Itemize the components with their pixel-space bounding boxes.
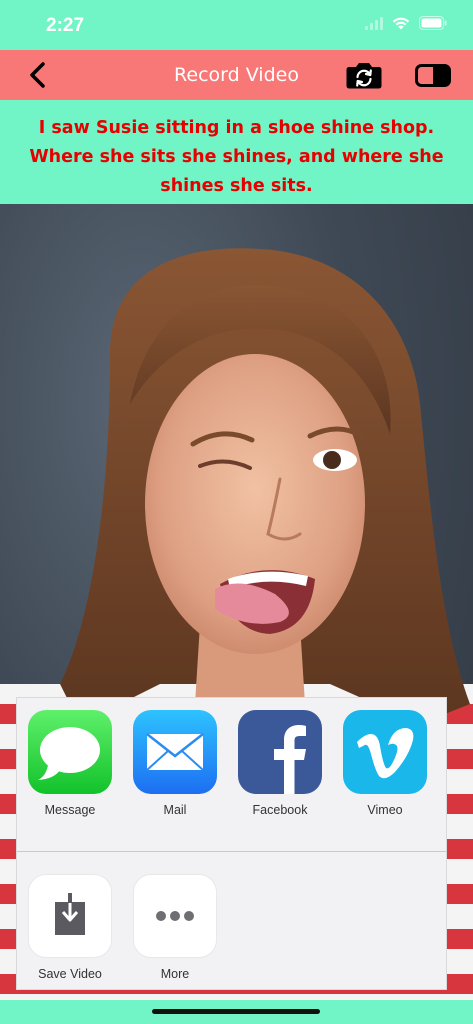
share-label: Save Video — [38, 967, 102, 981]
home-indicator[interactable] — [152, 1009, 320, 1014]
share-label: More — [160, 967, 190, 981]
more-button[interactable]: More — [130, 874, 220, 981]
more-icon — [133, 874, 217, 958]
status-bar: 2:27 — [0, 0, 473, 50]
divider — [17, 851, 446, 852]
share-label: Message — [44, 803, 96, 817]
toggle-button[interactable] — [415, 64, 451, 87]
message-icon — [28, 710, 112, 794]
share-label: Vimeo — [367, 803, 403, 817]
vimeo-icon — [343, 710, 427, 794]
toggle-icon — [415, 64, 451, 87]
share-sheet: Message Mail Facebook Vimeo Save Video M… — [16, 697, 447, 990]
share-mail-button[interactable]: Mail — [130, 710, 220, 817]
wifi-icon — [392, 16, 410, 30]
home-area — [0, 1000, 473, 1024]
save-video-button[interactable]: Save Video — [25, 874, 115, 981]
status-icons — [365, 16, 447, 30]
save-video-icon — [28, 874, 112, 958]
prompt-line: I saw Susie sitting in a shoe shine shop… — [38, 118, 435, 138]
mail-icon — [133, 710, 217, 794]
share-label: Mail — [163, 803, 187, 817]
battery-icon — [419, 16, 447, 30]
tongue-twister-text: I saw Susie sitting in a shoe shine shop… — [0, 100, 473, 204]
share-facebook-button[interactable]: Facebook — [235, 710, 325, 817]
prompt-line: Where she sits she shines, and where she — [29, 147, 444, 167]
signal-icon — [365, 16, 383, 30]
share-message-button[interactable]: Message — [25, 710, 115, 817]
switch-camera-button[interactable] — [346, 61, 382, 90]
status-time: 2:27 — [46, 15, 85, 36]
prompt-line: shines she sits. — [160, 176, 313, 196]
page-title: Record Video — [174, 64, 299, 86]
share-vimeo-button[interactable]: Vimeo — [340, 710, 430, 817]
share-label: Facebook — [252, 803, 308, 817]
facebook-icon — [238, 710, 322, 794]
nav-bar: Record Video — [0, 50, 473, 100]
camera-switch-icon — [346, 63, 382, 89]
